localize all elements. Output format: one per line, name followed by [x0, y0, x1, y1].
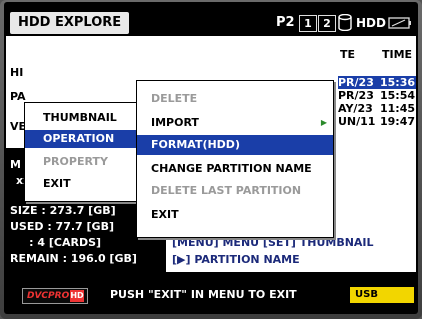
- bg-label-m: M: [10, 158, 21, 171]
- chevron-right-icon: ▶: [320, 118, 327, 127]
- screen-title: HDD EXPLORE: [10, 12, 130, 34]
- hdd-cards: : 4 [CARDS]: [10, 236, 102, 249]
- p2-label: P2: [276, 15, 295, 30]
- usb-host-badge: USB HOST: [350, 287, 414, 314]
- hdd-label: HDD: [356, 16, 386, 30]
- submenu-item-exit[interactable]: EXIT: [137, 205, 333, 225]
- submenu-item-change-partition-name[interactable]: CHANGE PARTITION NAME: [137, 159, 333, 179]
- help-line-2: [▶] PARTITION NAME: [172, 253, 300, 266]
- card-slot-1-indicator: 1: [299, 15, 317, 32]
- hdd-size: SIZE : 273.7 [GB]: [10, 204, 116, 217]
- submenu-item-delete[interactable]: DELETE: [137, 89, 333, 109]
- submenu-item-import[interactable]: IMPORT ▶: [137, 113, 333, 133]
- table-row[interactable]: PR/23 15:54: [338, 89, 416, 102]
- hdd-used: USED : 77.7 [GB]: [10, 220, 114, 233]
- submenu-item-format-hdd[interactable]: FORMAT(HDD): [137, 135, 333, 155]
- key-help: [MENU] MENU [SET] THUMBNAIL [▶] PARTITIO…: [172, 236, 374, 266]
- column-date: TE: [340, 48, 356, 61]
- table-row[interactable]: UN/11 19:47: [338, 115, 416, 128]
- status-footer: DVCPRO HD PUSH "EXIT" IN MENU TO EXIT US…: [10, 284, 414, 314]
- battery-icon: [388, 17, 411, 29]
- partition-list: PR/23 15:36 PR/23 15:54 AY/23 11:45 UN/11 19…: [338, 76, 416, 128]
- hdd-remain: REMAIN : 196.0 [GB]: [10, 252, 137, 265]
- dvcpro-hd-logo: DVCPRO HD: [22, 288, 88, 304]
- bg-label-hi: HI: [10, 66, 24, 79]
- operation-submenu: DELETE IMPORT ▶ FORMAT(HDD) CHANGE PARTIT…: [136, 80, 334, 238]
- table-row[interactable]: AY/23 11:45: [338, 102, 416, 115]
- column-time: TIME: [382, 48, 413, 61]
- title-bar: HDD EXPLORE P2 1 2 HDD: [10, 12, 414, 34]
- exit-hint-message: PUSH "EXIT" IN MENU TO EXIT: [110, 288, 297, 301]
- submenu-item-delete-last-partition[interactable]: DELETE LAST PARTITION: [137, 181, 333, 201]
- table-row[interactable]: PR/23 15:36: [338, 76, 416, 89]
- explorer-panel: HI PA VE M xx012345 SIZE : 273.7 [GB] US…: [6, 36, 416, 272]
- lcd-screen: HDD EXPLORE P2 1 2 HDD HI PA VE M xx0123…: [4, 2, 418, 314]
- card-slot-2-indicator: 2: [318, 15, 336, 32]
- hdd-drive-icon: [338, 14, 352, 31]
